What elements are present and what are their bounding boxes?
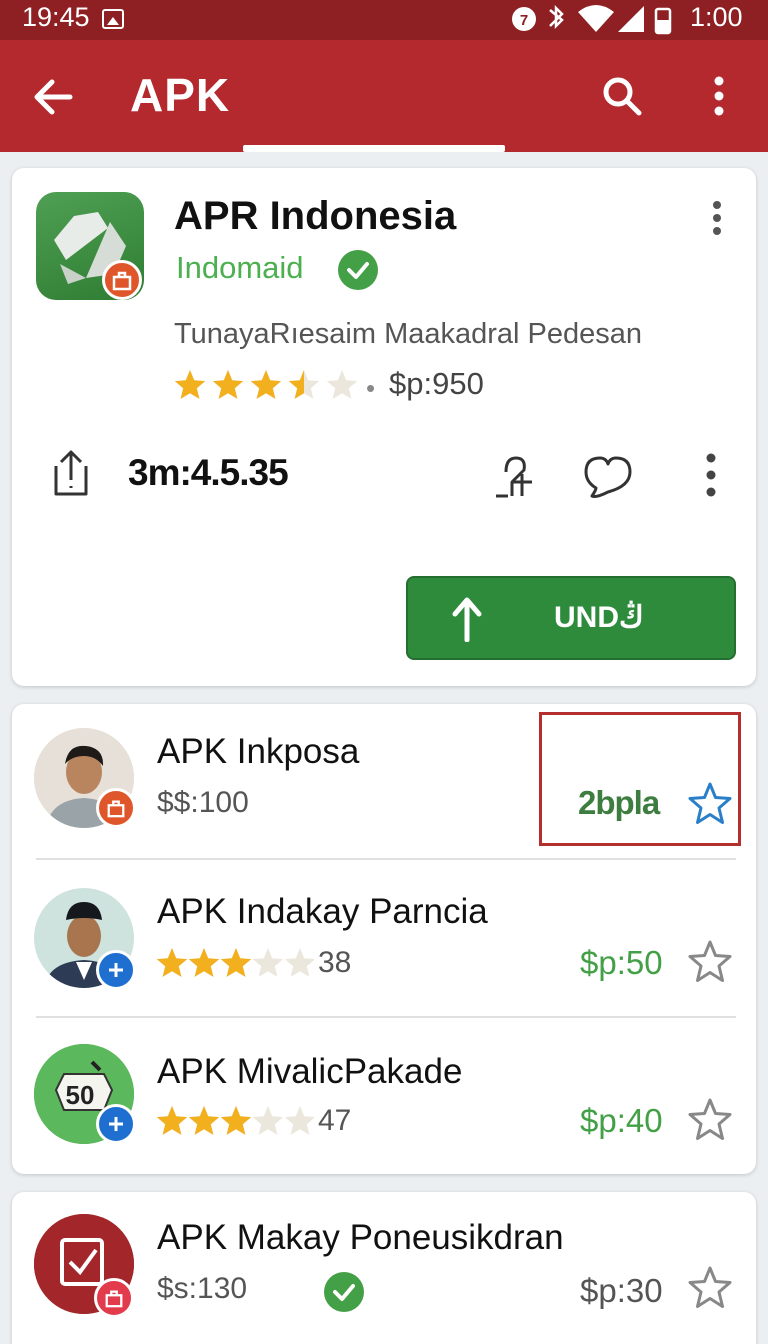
add-badge-icon	[96, 950, 136, 990]
item-name[interactable]: APK MivalicPakade	[157, 1052, 462, 1092]
avatar	[34, 728, 136, 828]
rating-star-filled	[212, 370, 244, 399]
tab-indicator	[243, 145, 505, 152]
rating-stars	[174, 370, 358, 399]
rating-star	[252, 1106, 284, 1135]
verified-check-icon	[338, 250, 378, 290]
developer-name[interactable]: Indomaid	[176, 250, 304, 286]
add-badge-icon	[96, 1104, 136, 1144]
rating-star	[326, 370, 358, 399]
list-item[interactable]: APK Inkposa $$:100 2bplа	[12, 704, 756, 862]
app-bar-title: APK	[130, 69, 231, 121]
status-time: 19:45	[22, 2, 90, 32]
avatar	[34, 888, 136, 990]
avatar: 50	[34, 1044, 136, 1144]
wishlist-icon[interactable]	[582, 452, 634, 500]
store-badge-icon	[96, 788, 136, 828]
rating-star-filled	[174, 370, 206, 399]
rating-star	[252, 948, 284, 977]
divider	[36, 858, 736, 860]
verified-check-icon	[324, 1272, 364, 1312]
rating-star-filled	[188, 1106, 220, 1135]
item-price: $s:130	[157, 1272, 248, 1305]
app-list-card-2: APK Makay Poneusikdran $s:130 $p:30	[12, 1192, 756, 1344]
countdown-timer: 3m:4.5.35	[128, 452, 289, 493]
favorite-star-icon[interactable]	[686, 780, 734, 828]
review-count: 47	[318, 1104, 352, 1137]
svg-text:7: 7	[520, 12, 528, 29]
item-price: $$:100	[157, 786, 249, 819]
more-options-icon[interactable]	[696, 450, 726, 500]
rating-stars	[156, 948, 314, 977]
accessibility-icon[interactable]	[492, 452, 538, 500]
item-name[interactable]: APK Makay Poneusikdran	[157, 1218, 564, 1258]
app-list-card: APK Inkposa $$:100 2bplа APK Indakay Par…	[12, 704, 756, 1174]
item-tag: $p:30	[580, 1272, 663, 1309]
app-bar: APK	[0, 40, 768, 152]
card-menu-icon[interactable]	[702, 198, 732, 238]
icon-number: 50	[66, 1080, 95, 1110]
featured-app-card[interactable]: APR Indonesia Indomaid TunayaRıesaim Maa…	[12, 168, 756, 686]
rating-star	[284, 948, 314, 977]
store-badge-icon	[94, 1278, 134, 1318]
install-button-label: UNDڭ	[554, 601, 644, 634]
app-description: TunayaRıesaim Maakadral Pedesan	[174, 318, 643, 350]
item-price: $p:40	[580, 1102, 663, 1139]
divider	[36, 1016, 736, 1018]
status-icons: 7	[512, 4, 672, 35]
share-icon[interactable]	[48, 448, 94, 498]
rating-stars	[156, 1106, 314, 1135]
list-item[interactable]: 50 APK MivalicPakade 47 $p:40	[12, 1020, 756, 1178]
item-name[interactable]: APK Indakay Parncia	[157, 892, 488, 932]
avatar	[34, 1214, 134, 1318]
favorite-star-icon[interactable]	[686, 1096, 734, 1144]
list-item[interactable]: APK Indakay Parncia 38 $p:50	[12, 862, 756, 1020]
rating-star	[284, 1106, 314, 1135]
rating-star-filled	[188, 948, 220, 977]
status-bar: 19:45 7 1:00	[0, 0, 768, 40]
store-badge-icon	[102, 260, 142, 300]
status-battery-time: 1:00	[690, 2, 743, 32]
rating-star-filled	[220, 948, 252, 977]
gallery-icon	[102, 9, 124, 29]
back-arrow-icon[interactable]	[32, 76, 74, 118]
rating-star-filled	[156, 1106, 188, 1135]
favorite-star-icon[interactable]	[686, 938, 734, 986]
rating-star-filled	[250, 370, 282, 399]
overflow-menu-icon[interactable]	[704, 74, 734, 118]
review-count: 38	[318, 946, 352, 979]
upload-arrow-icon	[452, 597, 482, 642]
favorite-star-icon[interactable]	[686, 1264, 734, 1312]
rating-star-filled	[156, 948, 188, 977]
app-price: $p:950	[389, 366, 484, 401]
separator-dot: •	[366, 373, 376, 403]
item-price: $p:50	[580, 944, 663, 981]
app-title[interactable]: APR Indonesia	[174, 194, 456, 239]
list-item[interactable]: APK Makay Poneusikdran $s:130 $p:30	[12, 1192, 756, 1344]
install-button[interactable]: UNDڭ	[406, 576, 736, 660]
item-tag: 2bplа	[578, 784, 660, 821]
item-name[interactable]: APK Inkposa	[157, 732, 359, 772]
search-icon[interactable]	[600, 74, 644, 118]
rating-star-filled	[220, 1106, 252, 1135]
